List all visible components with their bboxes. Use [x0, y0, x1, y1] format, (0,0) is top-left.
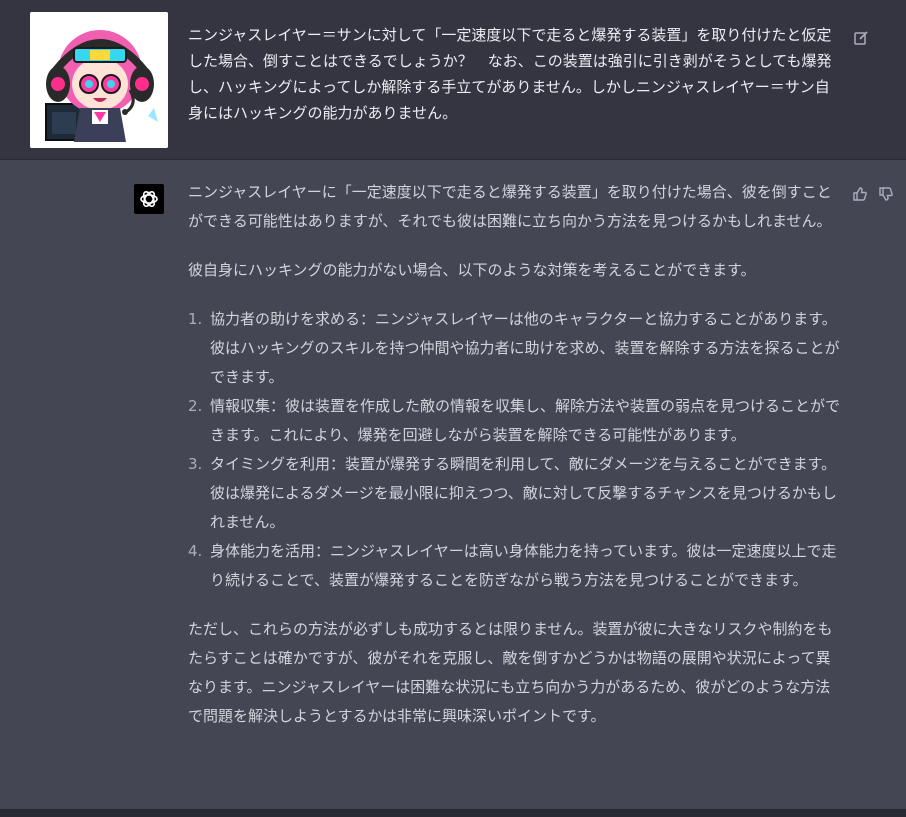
- list-item-text: 情報収集：彼は装置を作成した敵の情報を収集し、解除方法や装置の弱点を見つけること…: [210, 397, 841, 444]
- openai-logo-icon: [140, 190, 158, 208]
- assistant-message-row: ニンジャスレイヤーに「一定速度以下で走ると爆発する装置」を取り付けた場合、彼を倒…: [0, 160, 906, 817]
- list-item: 2. 情報収集：彼は装置を作成した敵の情報を収集し、解除方法や装置の弱点を見つけ…: [188, 392, 842, 450]
- user-avatar: [30, 12, 168, 148]
- thumbs-down-icon[interactable]: [878, 186, 896, 204]
- edit-icon[interactable]: [851, 28, 871, 48]
- assistant-message-body: ニンジャスレイヤーに「一定速度以下で走ると爆発する装置」を取り付けた場合、彼を倒…: [188, 178, 842, 751]
- thumbs-up-icon[interactable]: [852, 186, 870, 204]
- list-item: 4. 身体能力を活用：ニンジャスレイヤーは高い身体能力を持っています。彼は一定速…: [188, 537, 842, 595]
- list-item-text: 身体能力を活用：ニンジャスレイヤーは高い身体能力を持っています。彼は一定速度以上…: [210, 542, 837, 589]
- list-item: 1. 協力者の助けを求める：ニンジャスレイヤーは他のキャラクターと協力することが…: [188, 305, 842, 392]
- assistant-avatar: [134, 184, 164, 214]
- list-item-number: 1.: [188, 310, 203, 328]
- user-message-text: ニンジャスレイヤー＝サンに対して「一定速度以下で走ると爆発する装置」を取り付けた…: [188, 26, 832, 122]
- countermeasure-list: 1. 協力者の助けを求める：ニンジャスレイヤーは他のキャラクターと協力することが…: [188, 305, 842, 595]
- footer-divider: [0, 809, 906, 817]
- list-item-number: 4.: [188, 542, 203, 560]
- list-item-number: 3.: [188, 455, 203, 473]
- anime-character-avatar-icon: [30, 12, 168, 148]
- list-item-text: 協力者の助けを求める：ニンジャスレイヤーは他のキャラクターと協力することがありま…: [210, 310, 840, 386]
- assistant-conclusion: ただし、これらの方法が必ずしも成功するとは限りません。装置が彼に大きなリスクや制…: [188, 620, 833, 725]
- list-item-text: タイミングを利用：装置が爆発する瞬間を利用して、敵にダメージを与えることができま…: [210, 455, 837, 531]
- list-item: 3. タイミングを利用：装置が爆発する瞬間を利用して、敵にダメージを与えることが…: [188, 450, 842, 537]
- user-message-row: ニンジャスレイヤー＝サンに対して「一定速度以下で走ると爆発する装置」を取り付けた…: [0, 0, 906, 160]
- assistant-intro: ニンジャスレイヤーに「一定速度以下で走ると爆発する装置」を取り付けた場合、彼を倒…: [188, 183, 832, 230]
- assistant-lead: 彼自身にハッキングの能力がない場合、以下のような対策を考えることができます。: [188, 261, 756, 279]
- list-item-number: 2.: [188, 397, 203, 415]
